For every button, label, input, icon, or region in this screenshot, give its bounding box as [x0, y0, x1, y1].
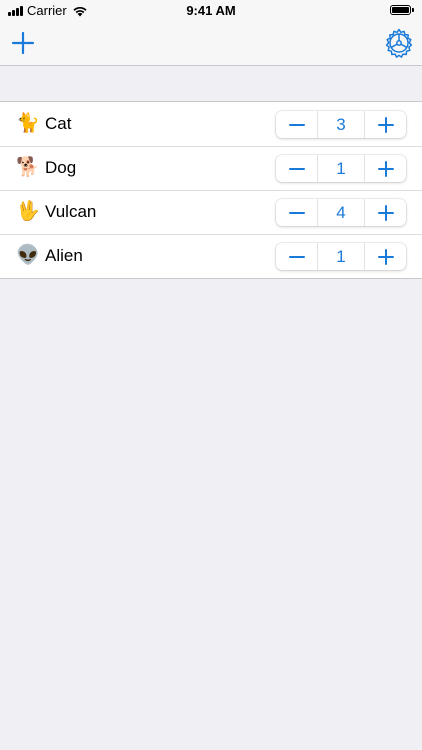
list-item: 🐈 Cat 3 [0, 102, 422, 146]
list-item: 🖖 Vulcan 4 [0, 190, 422, 234]
minus-icon [288, 255, 305, 258]
quantity-value: 3 [317, 111, 365, 138]
plus-icon [377, 248, 394, 265]
quantity-value: 4 [317, 199, 365, 226]
alien-icon: 👽 [16, 245, 40, 266]
vulcan-salute-icon: 🖖 [16, 201, 40, 222]
plus-icon [377, 160, 394, 177]
minus-icon [288, 123, 305, 126]
add-button[interactable] [11, 31, 35, 55]
plus-icon [11, 31, 35, 55]
gear-icon [385, 28, 413, 58]
item-label: Dog [45, 158, 77, 177]
decrement-button[interactable] [276, 199, 317, 226]
list-item: 👽 Alien 1 [0, 234, 422, 278]
navigation-bar [0, 22, 422, 66]
increment-button[interactable] [365, 111, 406, 138]
increment-button[interactable] [365, 199, 406, 226]
item-label: Alien [45, 246, 83, 265]
item-label: Cat [45, 114, 72, 133]
quantity-stepper: 3 [276, 111, 406, 138]
decrement-button[interactable] [276, 155, 317, 182]
dog-icon: 🐕 [16, 157, 40, 178]
quantity-stepper: 1 [276, 243, 406, 270]
status-bar: Carrier 9:41 AM [0, 0, 422, 22]
settings-button[interactable] [384, 28, 414, 58]
cat-icon: 🐈 [16, 113, 40, 134]
decrement-button[interactable] [276, 243, 317, 270]
plus-icon [377, 204, 394, 221]
minus-icon [288, 211, 305, 214]
list-item: 🐕 Dog 1 [0, 146, 422, 190]
status-time: 9:41 AM [186, 3, 236, 18]
increment-button[interactable] [365, 243, 406, 270]
minus-icon [288, 167, 305, 170]
quantity-value: 1 [317, 243, 365, 270]
quantity-value: 1 [317, 155, 365, 182]
increment-button[interactable] [365, 155, 406, 182]
item-label: Vulcan [45, 202, 97, 221]
item-list: 🐈 Cat 3 🐕 Dog 1 🖖 Vulcan 4 👽 Alien 1 [0, 101, 422, 279]
decrement-button[interactable] [276, 111, 317, 138]
quantity-stepper: 1 [276, 155, 406, 182]
plus-icon [377, 116, 394, 133]
quantity-stepper: 4 [276, 199, 406, 226]
battery-icon [390, 5, 414, 15]
